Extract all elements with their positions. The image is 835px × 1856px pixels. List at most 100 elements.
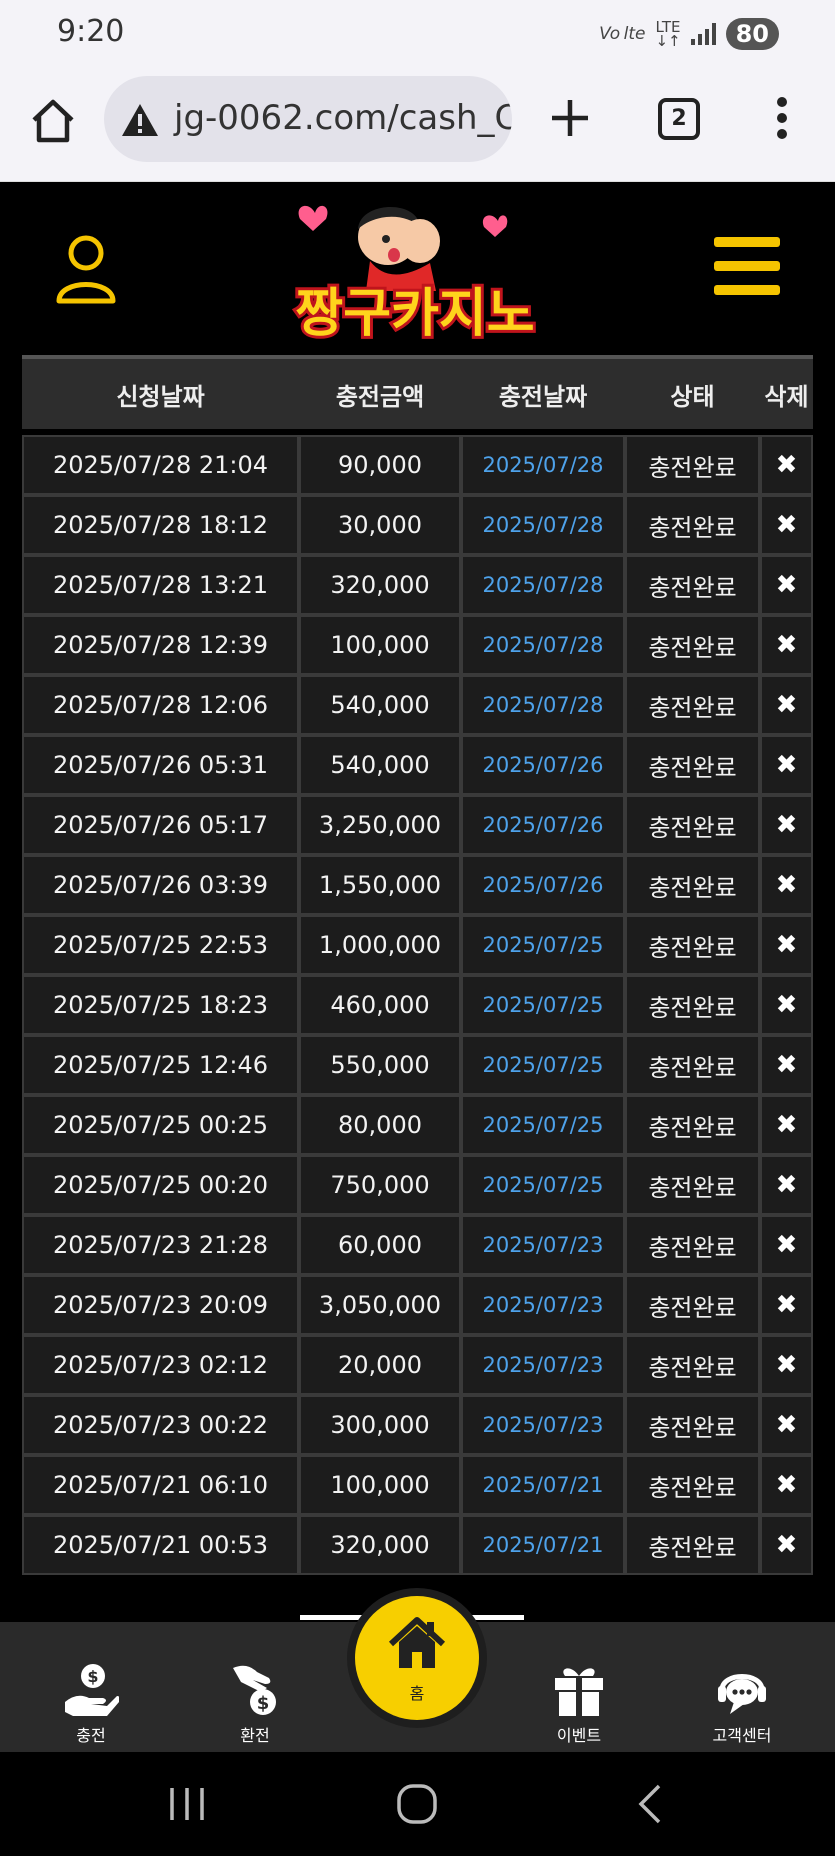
table-row: 2025/07/25 00:25 80,000 2025/07/25 충전완료 ✖ — [22, 1095, 813, 1155]
amount-cell: 1,000,000 — [299, 915, 461, 975]
battery-indicator: 80 — [725, 18, 779, 50]
svg-text:$: $ — [87, 1667, 98, 1686]
address-bar[interactable]: jg-0062.com/cash_C — [104, 76, 512, 162]
delete-button[interactable]: ✖ — [760, 1275, 813, 1335]
delete-button[interactable]: ✖ — [760, 1515, 813, 1575]
table-row: 2025/07/25 00:20 750,000 2025/07/25 충전완료 ✖ — [22, 1155, 813, 1215]
url-text[interactable]: jg-0062.com/cash_C — [174, 98, 512, 138]
nav-exchange[interactable]: $ 환전 — [200, 1622, 310, 1752]
delete-button[interactable]: ✖ — [760, 1155, 813, 1215]
more-options-icon[interactable] — [776, 96, 788, 140]
amount-cell: 100,000 — [299, 1455, 461, 1515]
charge-date-cell: 2025/07/25 — [461, 975, 625, 1035]
tab-switcher-button[interactable]: 2 — [658, 98, 700, 140]
charge-date-cell: 2025/07/23 — [461, 1395, 625, 1455]
amount-cell: 90,000 — [299, 435, 461, 495]
amount-cell: 540,000 — [299, 675, 461, 735]
back-icon[interactable] — [627, 1778, 677, 1828]
nav-home-button[interactable]: 홈 — [355, 1596, 479, 1720]
amount-cell: 60,000 — [299, 1215, 461, 1275]
hamburger-menu-icon[interactable] — [714, 237, 780, 297]
recent-apps-icon[interactable] — [162, 1778, 212, 1828]
nav-charge-label: 충전 — [76, 1726, 106, 1745]
browser-home-icon[interactable] — [28, 96, 78, 146]
status-cell: 충전완료 — [625, 495, 760, 555]
amount-cell: 550,000 — [299, 1035, 461, 1095]
table-row: 2025/07/23 02:12 20,000 2025/07/23 충전완료 ✖ — [22, 1335, 813, 1395]
status-cell: 충전완료 — [625, 795, 760, 855]
request-date-cell: 2025/07/28 21:04 — [22, 435, 299, 495]
delete-button[interactable]: ✖ — [760, 1335, 813, 1395]
house-icon — [388, 1617, 446, 1668]
amount-cell: 80,000 — [299, 1095, 461, 1155]
amount-cell: 320,000 — [299, 555, 461, 615]
nav-event[interactable]: 이벤트 — [524, 1622, 634, 1752]
delete-button[interactable]: ✖ — [760, 1215, 813, 1275]
charge-date-cell: 2025/07/25 — [461, 1155, 625, 1215]
delete-button[interactable]: ✖ — [760, 675, 813, 735]
new-tab-icon[interactable] — [548, 96, 592, 140]
casino-logo[interactable]: 짱구카지노 — [280, 191, 550, 347]
status-cell: 충전완료 — [625, 735, 760, 795]
home-system-icon[interactable] — [393, 1778, 443, 1828]
request-date-cell: 2025/07/25 00:25 — [22, 1095, 299, 1155]
request-date-cell: 2025/07/28 13:21 — [22, 555, 299, 615]
status-cell: 충전완료 — [625, 1455, 760, 1515]
nav-support-label: 고객센터 — [712, 1726, 772, 1745]
amount-cell: 30,000 — [299, 495, 461, 555]
table-row: 2025/07/21 06:10 100,000 2025/07/21 충전완료 ✖ — [22, 1455, 813, 1515]
nav-support[interactable]: 고객센터 — [687, 1622, 797, 1752]
delete-button[interactable]: ✖ — [760, 855, 813, 915]
table-header-row: 신청날짜 충전금액 충전날짜 상태 삭제 — [22, 355, 813, 429]
charge-history-table: 신청날짜 충전금액 충전날짜 상태 삭제 2025/07/28 21:04 90,… — [22, 355, 813, 1575]
request-date-cell: 2025/07/26 05:17 — [22, 795, 299, 855]
user-icon[interactable] — [54, 233, 118, 305]
charge-date-cell: 2025/07/25 — [461, 1035, 625, 1095]
status-cell: 충전완료 — [625, 1155, 760, 1215]
delete-button[interactable]: ✖ — [760, 975, 813, 1035]
charge-date-cell: 2025/07/21 — [461, 1455, 625, 1515]
request-date-cell: 2025/07/23 21:28 — [22, 1215, 299, 1275]
request-date-cell: 2025/07/21 00:53 — [22, 1515, 299, 1575]
status-time: 9:20 — [57, 14, 125, 49]
table-row: 2025/07/28 12:39 100,000 2025/07/28 충전완료 ✖ — [22, 615, 813, 675]
request-date-cell: 2025/07/28 12:39 — [22, 615, 299, 675]
delete-button[interactable]: ✖ — [760, 915, 813, 975]
request-date-cell: 2025/07/23 00:22 — [22, 1395, 299, 1455]
status-cell: 충전완료 — [625, 435, 760, 495]
delete-button[interactable]: ✖ — [760, 495, 813, 555]
charge-date-cell: 2025/07/23 — [461, 1275, 625, 1335]
table-row: 2025/07/26 05:17 3,250,000 2025/07/26 충전완료 ✖ — [22, 795, 813, 855]
delete-button[interactable]: ✖ — [760, 1455, 813, 1515]
charge-date-cell: 2025/07/26 — [461, 855, 625, 915]
request-date-cell: 2025/07/28 18:12 — [22, 495, 299, 555]
table-row: 2025/07/25 18:23 460,000 2025/07/25 충전완료 ✖ — [22, 975, 813, 1035]
delete-button[interactable]: ✖ — [760, 735, 813, 795]
amount-cell: 540,000 — [299, 735, 461, 795]
status-icons: Vo lte LTE ↓↑ 80 — [599, 18, 779, 50]
delete-button[interactable]: ✖ — [760, 795, 813, 855]
amount-cell: 320,000 — [299, 1515, 461, 1575]
request-date-cell: 2025/07/26 05:31 — [22, 735, 299, 795]
nav-home-ring: 홈 — [347, 1588, 487, 1728]
hand-coin-icon: $ — [233, 1665, 276, 1715]
charge-date-cell: 2025/07/28 — [461, 435, 625, 495]
charge-date-cell: 2025/07/25 — [461, 1095, 625, 1155]
svg-text:$: $ — [257, 1693, 270, 1714]
amount-cell: 100,000 — [299, 615, 461, 675]
lte-indicator: LTE ↓↑ — [655, 18, 681, 50]
amount-cell: 300,000 — [299, 1395, 461, 1455]
delete-button[interactable]: ✖ — [760, 1035, 813, 1095]
request-date-cell: 2025/07/25 18:23 — [22, 975, 299, 1035]
nav-charge[interactable]: $ 충전 — [36, 1622, 146, 1752]
delete-button[interactable]: ✖ — [760, 1395, 813, 1455]
delete-button[interactable]: ✖ — [760, 615, 813, 675]
table-row: 2025/07/26 03:39 1,550,000 2025/07/26 충전완료 ✖ — [22, 855, 813, 915]
delete-button[interactable]: ✖ — [760, 435, 813, 495]
warning-icon[interactable] — [120, 102, 160, 138]
headset-chat-icon — [718, 1674, 766, 1714]
delete-button[interactable]: ✖ — [760, 1095, 813, 1155]
amount-cell: 1,550,000 — [299, 855, 461, 915]
system-nav-bar — [0, 1752, 835, 1856]
delete-button[interactable]: ✖ — [760, 555, 813, 615]
